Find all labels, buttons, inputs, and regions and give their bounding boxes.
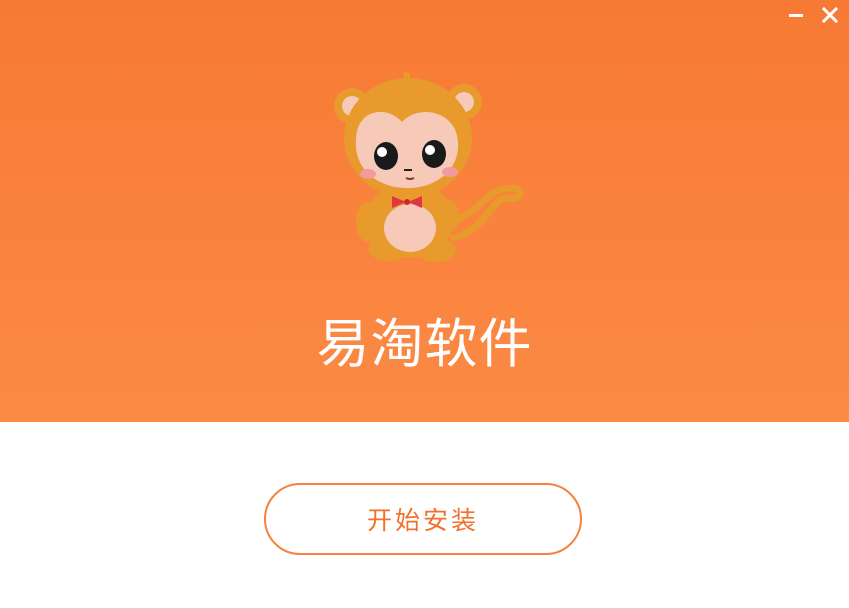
minimize-icon [789,14,803,17]
start-install-button[interactable]: 开始安装 [264,483,582,555]
close-button[interactable] [819,4,841,26]
monkey-mascot-icon [334,71,524,262]
close-icon [822,7,838,23]
window-controls [785,4,841,26]
header-banner: 易淘软件 [0,0,849,422]
minimize-button[interactable] [785,4,807,26]
app-title: 易淘软件 [316,314,533,375]
installer-window: 易淘软件 开始安装 [0,0,849,609]
